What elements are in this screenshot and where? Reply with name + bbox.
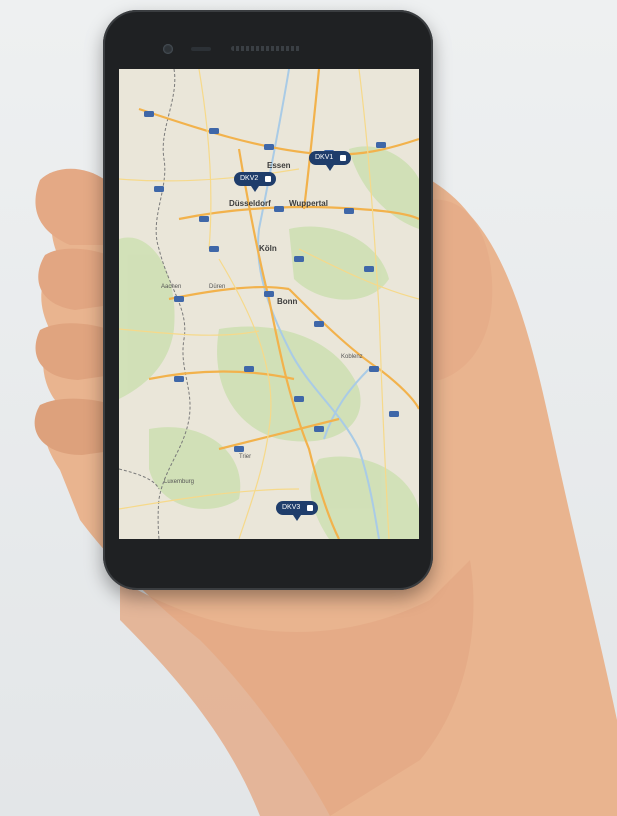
highway-shield <box>264 144 274 150</box>
front-camera-icon <box>163 44 173 54</box>
phone-top-bezel <box>103 10 433 70</box>
city-label-aachen: Aachen <box>161 284 182 290</box>
highway-shield <box>294 396 304 402</box>
map-canvas[interactable] <box>119 69 419 539</box>
marker-toggle-icon <box>307 505 314 511</box>
city-label-essen: Essen <box>267 161 291 170</box>
city-label-bonn: Bonn <box>277 297 298 306</box>
highway-shield <box>234 446 244 452</box>
city-label-wuppertal: Wuppertal <box>289 199 328 208</box>
highway-shield <box>244 366 254 372</box>
highway-shield <box>369 366 379 372</box>
highway-shield <box>174 296 184 302</box>
marker-label: DKV3 <box>282 504 301 511</box>
highway-shield <box>344 208 354 214</box>
sensor-icon <box>191 47 211 51</box>
map-marker-dkv2[interactable]: DKV2 <box>234 172 277 192</box>
highway-shield <box>314 426 324 432</box>
city-label-koeln: Köln <box>259 244 277 253</box>
city-label-dueren: Düren <box>209 284 226 290</box>
marker-label: DKV1 <box>315 154 334 161</box>
highway-shield <box>209 128 219 134</box>
highway-shield <box>389 411 399 417</box>
highway-shield <box>376 142 386 148</box>
highway-shield <box>144 111 154 117</box>
marker-toggle-icon <box>340 155 347 161</box>
marker-label: DKV2 <box>240 175 259 182</box>
highway-shield <box>364 266 374 272</box>
phone-bottom-bezel <box>103 540 433 590</box>
map-marker-dkv3[interactable]: DKV3 <box>276 501 319 521</box>
marker-toggle-icon <box>265 176 272 182</box>
highway-shield <box>294 256 304 262</box>
map-marker-dkv1[interactable]: DKV1 <box>309 151 352 171</box>
city-label-luxemburg: Luxemburg <box>164 479 195 485</box>
phone: Essen Düsseldorf Wuppertal Köln Bonn Kob… <box>103 10 433 590</box>
speaker-grille <box>231 46 301 51</box>
highway-shield <box>199 216 209 222</box>
highway-shield <box>209 246 219 252</box>
highway-shield <box>274 206 284 212</box>
map-screen[interactable]: Essen Düsseldorf Wuppertal Köln Bonn Kob… <box>119 69 419 539</box>
city-label-duesseldorf: Düsseldorf <box>229 199 271 208</box>
highway-shield <box>314 321 324 327</box>
highway-shield <box>154 186 164 192</box>
highway-shield <box>174 376 184 382</box>
city-label-koblenz: Koblenz <box>341 354 363 360</box>
highway-shield <box>264 291 274 297</box>
city-label-trier: Trier <box>239 454 252 460</box>
